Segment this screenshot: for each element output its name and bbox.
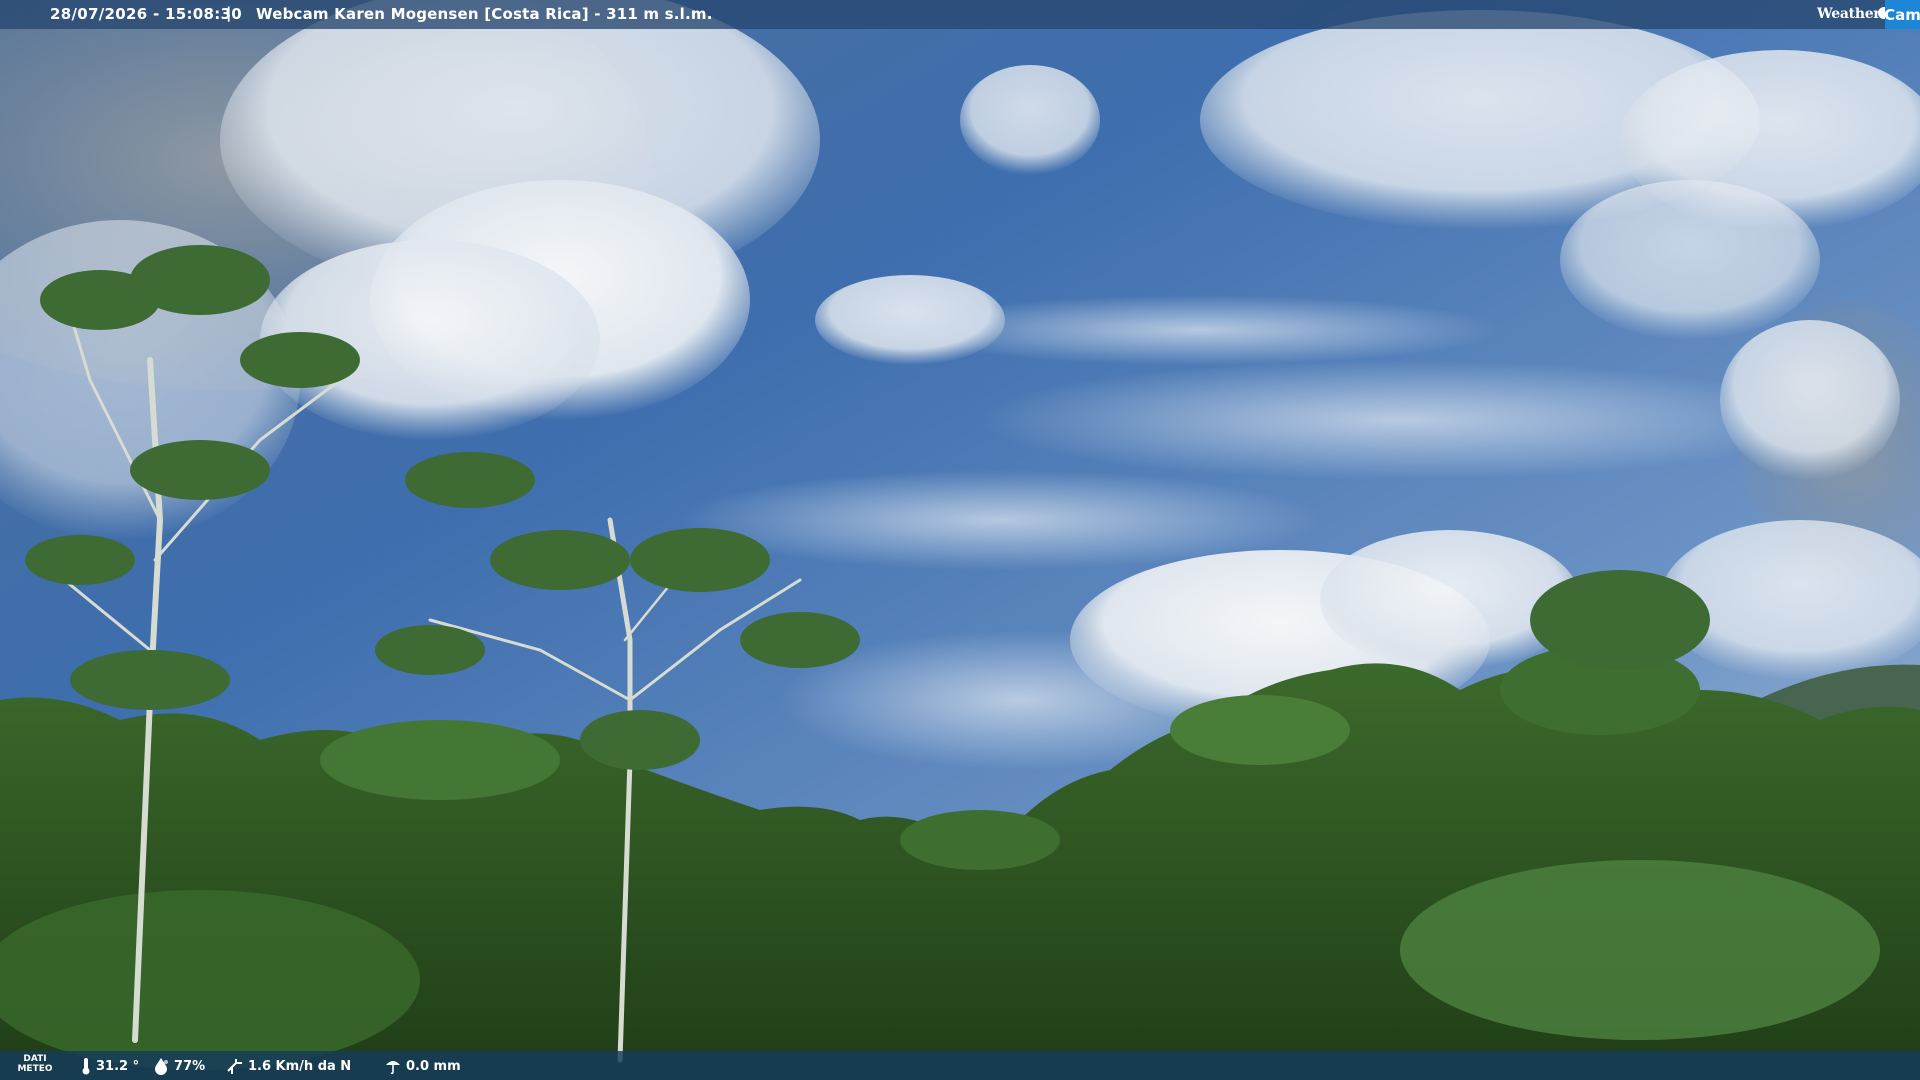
weather-data-label: DATI METEO [17, 1054, 53, 1074]
webcam-title: Webcam Karen Mogensen [Costa Rica] - 311… [256, 5, 713, 23]
wind-value: 1.6 Km/h da N [248, 1058, 352, 1074]
webcam-image [0, 0, 1920, 1080]
weathercam-logo[interactable]: Weather Cam [1817, 0, 1920, 29]
humidity-value: 77% [174, 1058, 206, 1074]
header-separator: | [226, 4, 232, 22]
temperature-value: 31.2 ° [96, 1058, 140, 1074]
top-info-bar: 28/07/2026 - 15:08:30 | Webcam Karen Mog… [0, 0, 1920, 29]
webcam-frame: 28/07/2026 - 15:08:30 | Webcam Karen Mog… [0, 0, 1920, 1080]
temperature-reading: 31.2 ° [80, 1057, 139, 1075]
logo-cam-text: Cam [1884, 0, 1920, 29]
humidity-reading: 77% [152, 1057, 205, 1075]
rain-value: 0.0 mm [406, 1058, 461, 1074]
capture-datetime: 28/07/2026 - 15:08:30 [50, 5, 243, 23]
logo-weather-text: Weather [1817, 6, 1881, 22]
rain-reading: 0.0 mm [384, 1057, 461, 1075]
wind-reading: 1.6 Km/h da N [226, 1057, 351, 1075]
rain-icon [386, 1061, 400, 1075]
thermometer-icon [82, 1058, 90, 1075]
weather-data-bar: DATI METEO 31.2 ° 77% 1.6 Km/h da N 0.0 … [0, 1051, 1920, 1080]
humidity-icon [155, 1058, 168, 1075]
wind-icon [227, 1059, 242, 1074]
